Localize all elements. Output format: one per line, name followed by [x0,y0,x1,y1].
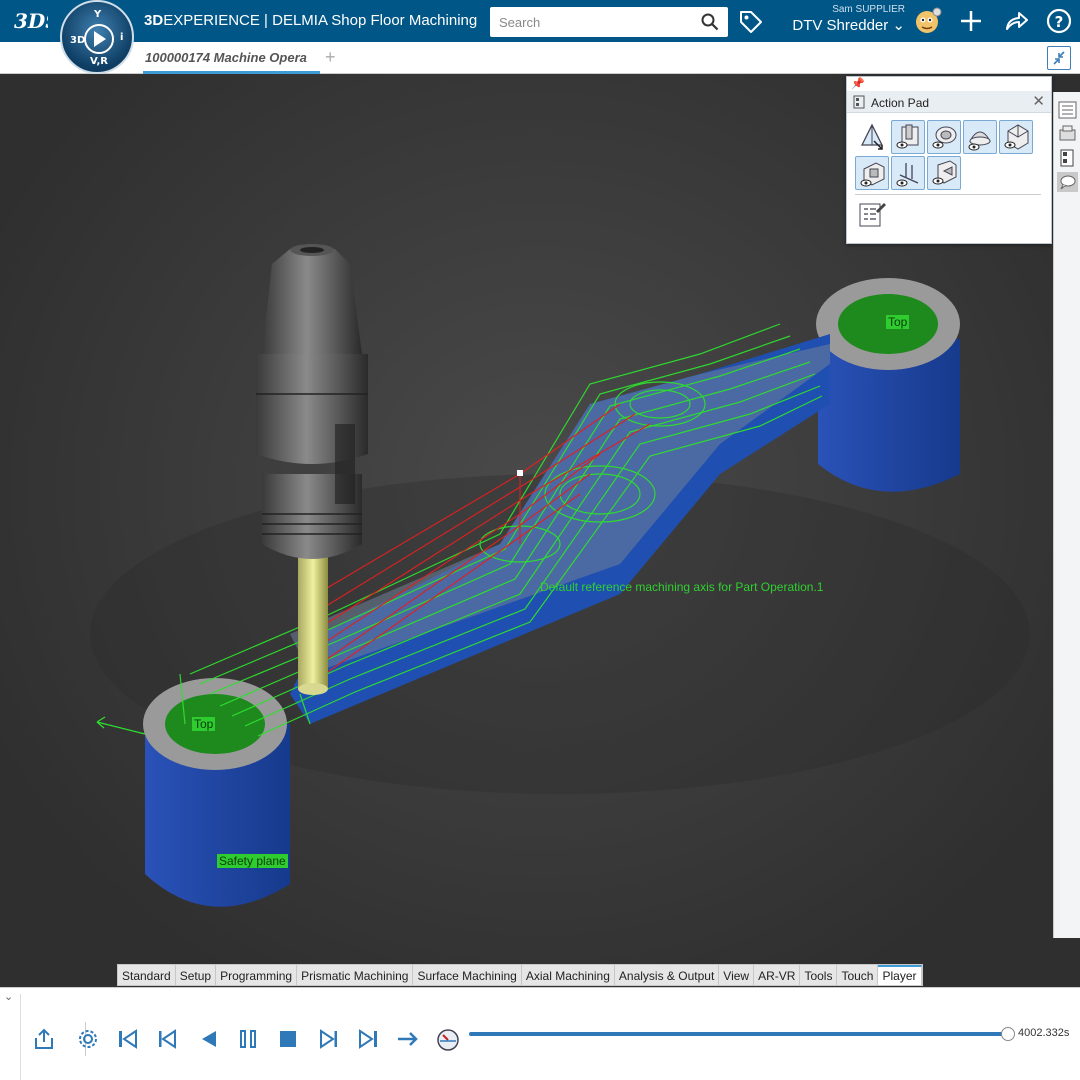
search-placeholder: Search [499,15,541,30]
search-icon[interactable] [701,13,719,31]
tab-ar-vr[interactable]: AR-VR [754,965,801,985]
timeline-slider[interactable] [469,1032,1009,1036]
skip-to-start-icon[interactable] [115,1026,141,1052]
svg-text:i: i [120,32,123,43]
right-sidebar [1053,92,1080,938]
tab-view[interactable]: View [719,965,755,985]
search-input[interactable]: Search [490,7,728,37]
tab-player[interactable]: Player [878,965,922,985]
compass-widget[interactable]: 3D V,R i Y [60,0,134,74]
svg-text:3D: 3D [70,35,85,46]
axis-arrow [96,716,146,735]
svg-text:3DS: 3DS [14,9,48,33]
tab-analysis-output[interactable]: Analysis & Output [615,965,720,985]
tree-panel-icon[interactable] [1057,100,1078,120]
user-role: Sam SUPPLIER [832,4,905,15]
tab-prismatic-machining[interactable]: Prismatic Machining [297,965,414,985]
simulation-button-6[interactable] [891,156,925,190]
tab-standard[interactable]: Standard [118,965,176,985]
step-back-icon[interactable] [155,1026,181,1052]
app-window: { "header": { "brand_bold": "3D", "brand… [0,0,1080,1080]
tab-axial-machining[interactable]: Axial Machining [522,965,615,985]
action-pad-panel-icon[interactable] [1057,148,1078,168]
user-menu[interactable]: Sam SUPPLIER DTV Shredder ⌄ [790,4,905,34]
stop-icon[interactable] [275,1026,301,1052]
action-pad-title: Action Pad [871,96,930,110]
simulation-button-1[interactable] [891,120,925,154]
play-reverse-icon[interactable] [195,1026,221,1052]
pause-icon[interactable] [235,1026,261,1052]
share-icon[interactable] [1002,7,1030,35]
simulation-button-4[interactable] [999,120,1033,154]
simulation-button-2[interactable] [927,120,961,154]
top-label-right: Top [886,315,910,329]
timeline-slider-handle[interactable] [1001,1027,1015,1041]
top-label-left: Top [192,717,216,731]
safety-plane-label: Safety plane [217,854,288,868]
pin-icon[interactable]: 📌 [851,77,865,90]
svg-text:?: ? [1055,13,1064,31]
simulation-button-5[interactable] [855,156,889,190]
svg-text:V,R: V,R [90,56,108,67]
tab-programming[interactable]: Programming [216,965,298,985]
add-icon[interactable] [957,7,985,35]
compass-play-icon[interactable]: 3D V,R i Y [62,2,136,76]
action-pad-header[interactable]: Action Pad ✕ [847,91,1051,113]
speed-gauge-icon[interactable] [435,1026,461,1052]
divider [855,194,1041,195]
skip-to-end-icon[interactable] [355,1026,381,1052]
close-icon[interactable]: ✕ [1032,92,1045,110]
add-tab-icon[interactable]: + [325,47,336,68]
avatar[interactable] [912,6,942,36]
timeline-time: 4002.332s [1018,1027,1070,1039]
document-tab-bar: 100000174 Machine Opera + [0,42,1080,74]
tab-touch[interactable]: Touch [837,965,879,985]
step-forward-icon[interactable] [315,1026,341,1052]
tab-machine-operation[interactable]: 100000174 Machine Opera [143,42,320,74]
tab-tools[interactable]: Tools [800,965,838,985]
comment-panel-icon[interactable] [1057,172,1078,192]
dassault-logo-icon[interactable]: 3DS [12,6,48,36]
user-name: DTV Shredder ⌄ [792,17,905,34]
machining-axis-label: Default reference machining axis for Par… [540,580,824,594]
chevron-down-icon[interactable]: ⌄ [4,990,13,1003]
export-icon[interactable] [31,1026,57,1052]
settings-gear-icon[interactable] [75,1026,101,1052]
tab-setup[interactable]: Setup [176,965,217,985]
simulation-button-7[interactable] [927,156,961,190]
svg-text:Y: Y [93,9,102,20]
toolpath-replay-button[interactable] [855,120,889,154]
player-controls [20,994,1080,1080]
app-title: 3DEXPERIENCE | DELMIA Shop Floor Machini… [144,12,478,29]
simulation-button-3[interactable] [963,120,997,154]
command-tab-bar: Standard Setup Programming Prismatic Mac… [117,964,923,986]
tab-surface-machining[interactable]: Surface Machining [413,965,522,985]
action-pad-icon [853,95,865,109]
top-bar: 3DS 3DEXPERIENCE | DELMIA Shop Floor Mac… [0,0,1080,42]
collapse-icon[interactable] [1047,46,1071,70]
machine-panel-icon[interactable] [1057,124,1078,144]
help-icon[interactable]: ? [1045,7,1073,35]
tag-icon[interactable] [738,9,764,35]
arrow-right-icon[interactable] [395,1026,421,1052]
report-button[interactable] [855,198,889,232]
action-pad: 📌 Action Pad ✕ [846,76,1052,244]
